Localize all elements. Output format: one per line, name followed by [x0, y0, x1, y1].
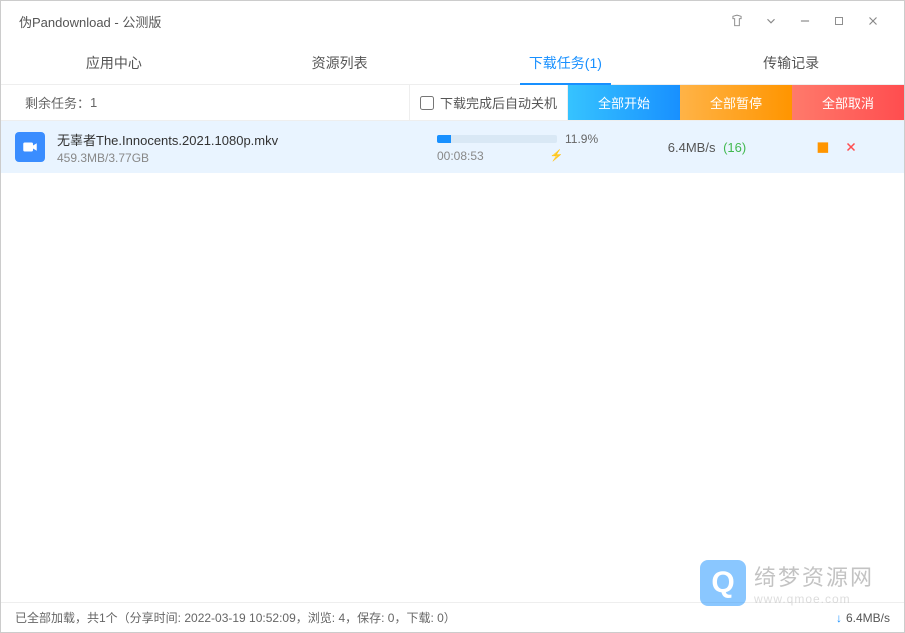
task-actions: ▮▮	[777, 139, 857, 155]
speed-value: 6.4MB/s	[668, 140, 716, 155]
status-bar: 已全部加载，共1个（分享时间: 2022-03-19 10:52:09，浏览: …	[1, 602, 904, 632]
remaining-tasks: 剩余任务： 1	[1, 85, 409, 120]
progress-bar	[437, 135, 557, 143]
maximize-icon[interactable]	[822, 6, 856, 36]
main-tabs: 应用中心 资源列表 下载任务(1) 传输记录	[1, 41, 904, 85]
task-info: 无辜者The.Innocents.2021.1080p.mkv 459.3MB/…	[57, 130, 437, 165]
task-speed: 6.4MB/s (16)	[637, 140, 777, 155]
theme-icon[interactable]	[720, 6, 754, 36]
dropdown-icon[interactable]	[754, 6, 788, 36]
pause-all-button[interactable]: 全部暂停	[680, 85, 792, 120]
task-filename: 无辜者The.Innocents.2021.1080p.mkv	[57, 130, 437, 149]
tab-resource-list[interactable]: 资源列表	[227, 41, 453, 84]
cancel-all-button[interactable]: 全部取消	[792, 85, 904, 120]
task-progress: 11.9% 00:08:53 ⚡	[437, 132, 637, 163]
tab-transfer-log[interactable]: 传输记录	[678, 41, 904, 84]
shutdown-label: 下载完成后自动关机	[440, 93, 557, 112]
status-speed-value: 6.4MB/s	[846, 611, 890, 625]
task-list: 无辜者The.Innocents.2021.1080p.mkv 459.3MB/…	[1, 121, 904, 602]
task-time: 00:08:53	[437, 149, 484, 163]
progress-fill	[437, 135, 451, 143]
status-text: 已全部加载，共1个（分享时间: 2022-03-19 10:52:09，浏览: …	[15, 609, 456, 626]
window-title: 伪Pandownload - 公测版	[19, 12, 161, 31]
tab-app-center[interactable]: 应用中心	[1, 41, 227, 84]
remaining-count: 1	[90, 95, 97, 110]
cancel-task-button[interactable]	[845, 139, 857, 155]
remaining-label: 剩余任务：	[25, 93, 90, 112]
download-arrow-icon: ↓	[836, 611, 842, 625]
task-size: 459.3MB/3.77GB	[57, 151, 437, 165]
boost-icon: ⚡	[550, 149, 564, 162]
shutdown-checkbox[interactable]	[420, 96, 434, 110]
toolbar: 剩余任务： 1 下载完成后自动关机 全部开始 全部暂停 全部取消	[1, 85, 904, 121]
pause-task-button[interactable]: ▮▮	[817, 139, 827, 155]
progress-percent: 11.9%	[565, 132, 598, 146]
status-speed: ↓ 6.4MB/s	[836, 611, 890, 625]
video-file-icon	[15, 132, 45, 162]
start-all-button[interactable]: 全部开始	[568, 85, 680, 120]
minimize-icon[interactable]	[788, 6, 822, 36]
close-icon[interactable]	[856, 6, 890, 36]
title-bar: 伪Pandownload - 公测版	[1, 1, 904, 41]
speed-threads: (16)	[723, 140, 746, 155]
tab-download-tasks[interactable]: 下载任务(1)	[453, 41, 679, 84]
shutdown-checkbox-container[interactable]: 下载完成后自动关机	[409, 85, 568, 120]
task-row[interactable]: 无辜者The.Innocents.2021.1080p.mkv 459.3MB/…	[1, 121, 904, 173]
